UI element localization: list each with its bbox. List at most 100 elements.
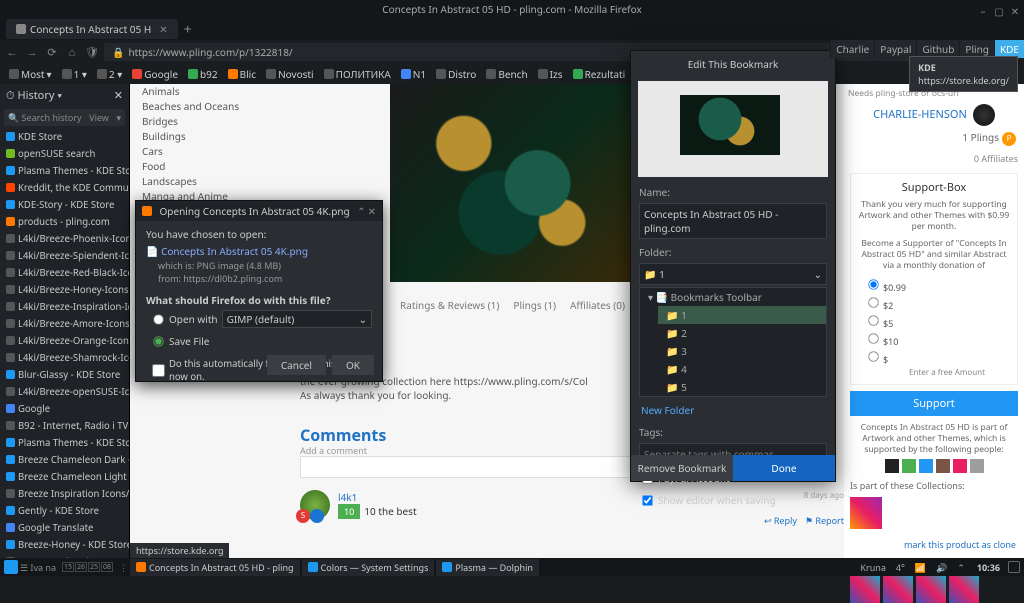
report-link[interactable]: ⚑ Report [805, 514, 844, 527]
category-link[interactable]: Buildings [140, 129, 270, 144]
pager[interactable]: 1526 2508 [62, 562, 113, 572]
supporter-icon[interactable] [936, 459, 950, 473]
history-item[interactable]: Plasma Themes - KDE Store [0, 162, 129, 179]
tree-item[interactable]: ▾ 📑 Bookmarks Toolbar [640, 288, 826, 306]
history-search-input[interactable]: 🔍 Search history View ▾ [4, 109, 125, 126]
supporter-icon[interactable] [885, 459, 899, 473]
clock[interactable]: 10:36 [977, 561, 1000, 574]
taskbar-task[interactable]: Colors — System Settings [302, 559, 435, 576]
notifications-button[interactable] [1008, 561, 1020, 573]
supporter-icon[interactable] [953, 459, 967, 473]
history-item[interactable]: Breeze Chameleon Dark - KDE [0, 451, 129, 468]
app-select[interactable]: GIMP (default)⌄ [222, 310, 372, 328]
maximize-icon[interactable]: ⌃ [357, 204, 365, 218]
product-thumb[interactable] [883, 573, 913, 603]
tray-chevron-icon[interactable]: ⌃ [957, 561, 965, 574]
taskbar-task[interactable]: Concepts In Abstract 05 HD - pling [130, 559, 300, 576]
bookmark-item[interactable]: 2 ▾ [94, 67, 125, 81]
support-button[interactable]: Support [850, 391, 1018, 416]
dialog-titlebar[interactable]: Opening Concepts In Abstract 05 4K.png ⌃… [136, 201, 382, 221]
history-item[interactable]: KDE Store [0, 128, 129, 145]
bookmark-item[interactable]: Blic [225, 67, 259, 81]
ok-button[interactable]: OK [332, 355, 374, 375]
bookmark-item[interactable]: b92 [185, 67, 221, 81]
history-item[interactable]: Kreddit, the KDE Community o [0, 179, 129, 196]
avatar[interactable] [973, 104, 995, 126]
bookmark-item[interactable]: Izs [535, 67, 566, 81]
folder-select[interactable]: 📁 1⌄ [639, 263, 827, 285]
comment-username[interactable]: l4k1 [338, 490, 417, 504]
history-item[interactable]: openSUSE search [0, 145, 129, 162]
home-button[interactable]: ⌂ [64, 44, 80, 60]
supporter-icon[interactable] [902, 459, 916, 473]
history-item[interactable]: L4ki/Breeze-openSUSE-Icons: [0, 383, 129, 400]
new-folder-link[interactable]: New Folder [631, 399, 835, 421]
pinned-tab[interactable]: Charlie [831, 40, 874, 58]
history-item[interactable]: L4ki/Breeze-Spiendent-Icons: [0, 247, 129, 264]
history-item[interactable]: KDE-Story - KDE Store [0, 196, 129, 213]
history-item[interactable]: Breeze-Honey - KDE Store [0, 536, 129, 553]
bookmark-item[interactable]: Google [129, 67, 181, 81]
product-thumb[interactable] [916, 573, 946, 603]
tree-item-selected[interactable]: 📁 1 [658, 306, 826, 324]
pling-icon[interactable]: P [1002, 132, 1016, 146]
show-editor-checkbox[interactable]: Show editor when saving [631, 489, 835, 511]
supporter-icon[interactable] [919, 459, 933, 473]
category-link[interactable]: Food [140, 159, 270, 174]
amount-option[interactable]: $0.99 [857, 277, 1011, 295]
amount-option[interactable]: $ [857, 349, 1011, 367]
bookmark-item[interactable]: 1 ▾ [59, 67, 90, 81]
maximize-icon[interactable]: ▢ [994, 2, 1004, 12]
amount-option[interactable]: $10 [857, 331, 1011, 349]
open-with-radio[interactable]: Open with GIMP (default)⌄ [146, 307, 372, 331]
bookmark-name-input[interactable]: Concepts In Abstract 05 HD - pling.com [639, 203, 827, 239]
save-file-radio[interactable]: Save File [146, 331, 372, 351]
bookmark-item[interactable]: Rezultati [570, 67, 629, 81]
bookmark-item[interactable]: ПОЛИТИКА [321, 67, 394, 81]
close-icon[interactable]: ✕ [368, 204, 376, 218]
category-link[interactable]: Beaches and Oceans [140, 99, 270, 114]
history-item[interactable]: B92 - Internet, Radio i TV stani [0, 417, 129, 434]
close-icon[interactable]: ✕ [1010, 2, 1020, 12]
tab-ratings[interactable]: Ratings & Reviews (1) [400, 298, 499, 312]
category-link[interactable]: Landscapes [140, 174, 270, 189]
history-item[interactable]: L4ki/Breeze-Amore-Icons: Icon [0, 315, 129, 332]
product-thumb[interactable] [949, 573, 979, 603]
new-tab-button[interactable]: + [184, 20, 192, 39]
product-thumb[interactable] [850, 573, 880, 603]
tray-network-icon[interactable]: 📶 [915, 561, 926, 574]
tree-item[interactable]: 📁 5 [658, 378, 826, 396]
category-link[interactable]: Cars [140, 144, 270, 159]
reload-button[interactable]: ⟳ [44, 44, 60, 60]
history-item[interactable]: L4ki/Breeze-Phoenix-Icons: Ic [0, 230, 129, 247]
history-item[interactable]: L4ki/Breeze-Shamrock-Icons: [0, 349, 129, 366]
profile-link[interactable]: CHARLIE-HENSON [873, 103, 967, 126]
minimize-icon[interactable]: – [978, 2, 988, 12]
mark-clone-link[interactable]: mark this product as clone [852, 538, 1016, 551]
history-item[interactable]: Blur-Glassy - KDE Store [0, 366, 129, 383]
remove-bookmark-button[interactable]: Remove Bookmark [631, 455, 733, 481]
forward-button[interactable]: → [24, 44, 40, 60]
tab-plings[interactable]: Plings (1) [513, 298, 556, 312]
history-item[interactable]: L4ki/Breeze-Honey-Icons: Icon [0, 281, 129, 298]
history-item[interactable]: Gently - KDE Store [0, 502, 129, 519]
done-button[interactable]: Done [733, 455, 835, 481]
avatar[interactable]: S [300, 490, 330, 520]
history-item[interactable]: L4ki/Breeze-Orange-Icons: Ico [0, 332, 129, 349]
history-item[interactable]: Google Translate [0, 519, 129, 536]
category-link[interactable]: Bridges [140, 114, 270, 129]
bookmark-item[interactable]: Novosti [263, 67, 317, 81]
history-item[interactable]: products - pling.com [0, 213, 129, 230]
tray-volume-icon[interactable]: 🔊 [936, 561, 947, 574]
bookmark-item[interactable]: Bench [483, 67, 530, 81]
bookmark-item[interactable]: N1 [398, 67, 429, 81]
reply-link[interactable]: ↩ Reply [764, 514, 797, 527]
sidebar-close-icon[interactable]: ✕ [114, 88, 123, 103]
taskbar-task[interactable]: Plasma — Dolphin [436, 559, 539, 576]
bookmark-item[interactable]: Distro [433, 67, 479, 81]
supporter-icon[interactable] [970, 459, 984, 473]
bookmark-item[interactable]: Most ▾ [6, 67, 55, 81]
tree-item[interactable]: 📁 2 [658, 324, 826, 342]
tab-affiliates[interactable]: Affiliates (0) [570, 298, 625, 312]
back-button[interactable]: ← [4, 44, 20, 60]
